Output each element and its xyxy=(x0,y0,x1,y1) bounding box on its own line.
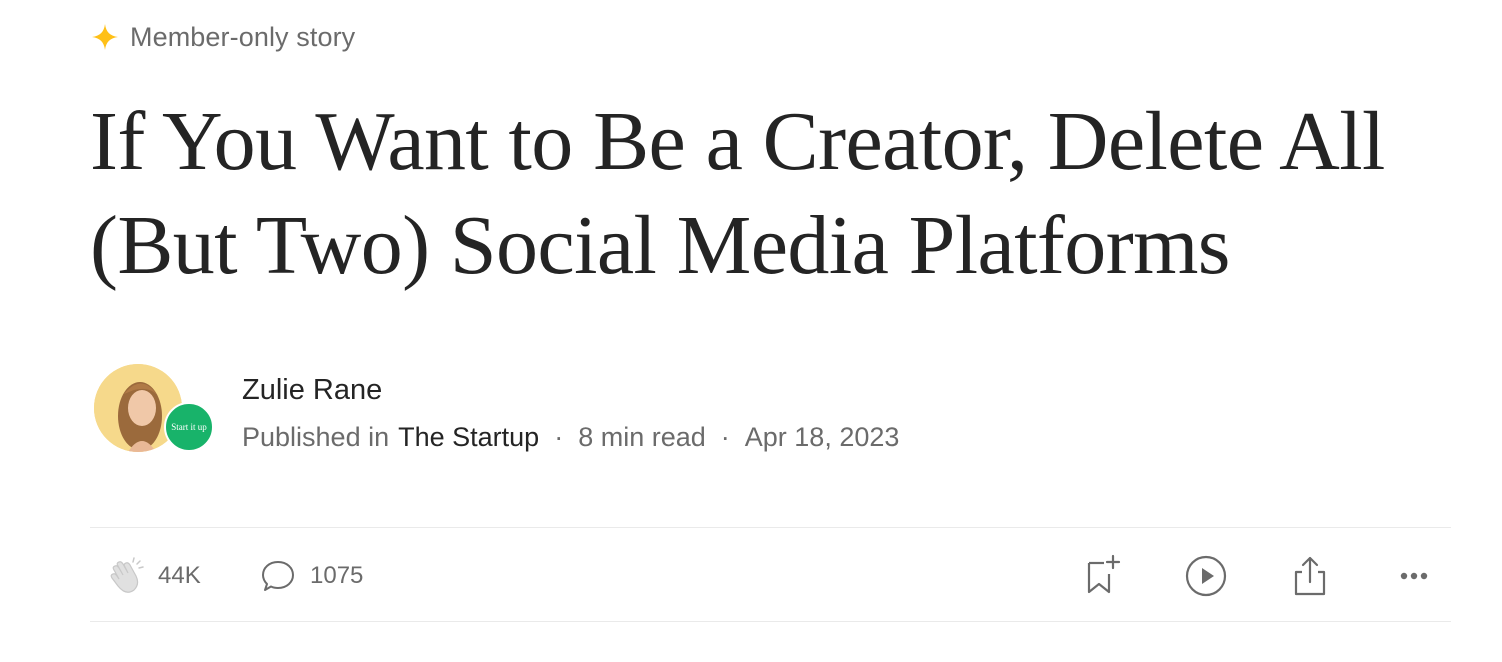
divider xyxy=(90,621,1451,622)
share-icon xyxy=(1294,556,1326,596)
play-icon xyxy=(1185,555,1227,597)
meta-separator: · xyxy=(720,422,730,452)
publish-date: Apr 18, 2023 xyxy=(744,422,900,452)
clap-icon xyxy=(110,557,144,593)
published-in-label: Published in xyxy=(242,422,390,452)
read-time: 8 min read xyxy=(578,422,706,452)
sparkle-icon xyxy=(92,24,118,50)
responses-button[interactable]: 1075 xyxy=(258,556,363,596)
more-icon xyxy=(1400,572,1428,580)
article-header: Member-only story If You Want to Be a Cr… xyxy=(90,0,1451,662)
bookmark-add-icon xyxy=(1087,554,1121,594)
clap-count: 44K xyxy=(158,562,201,589)
divider xyxy=(90,527,1451,528)
meta-separator: · xyxy=(554,422,564,452)
save-button[interactable] xyxy=(1078,552,1126,600)
more-options-button[interactable] xyxy=(1390,552,1438,600)
listen-button[interactable] xyxy=(1182,552,1230,600)
author-byline: Start it up Zulie Rane Published in The … xyxy=(90,362,1090,458)
article-meta: Published in The Startup · 8 min read · … xyxy=(242,422,899,453)
author-name-link[interactable]: Zulie Rane xyxy=(242,374,382,407)
publication-logo[interactable]: Start it up xyxy=(164,402,214,452)
response-icon xyxy=(262,561,294,591)
member-only-label: Member-only story xyxy=(130,21,356,52)
publication-link[interactable]: The Startup xyxy=(398,422,539,453)
response-count: 1075 xyxy=(310,562,364,589)
member-only-badge: Member-only story xyxy=(90,19,355,55)
publication-logo-text: Start it up xyxy=(171,422,207,432)
clap-button[interactable]: 44K xyxy=(106,556,201,596)
action-bar: 44K 1075 xyxy=(90,548,1451,604)
article-title: If You Want to Be a Creator, Delete All … xyxy=(90,95,1385,292)
share-button[interactable] xyxy=(1286,552,1334,600)
